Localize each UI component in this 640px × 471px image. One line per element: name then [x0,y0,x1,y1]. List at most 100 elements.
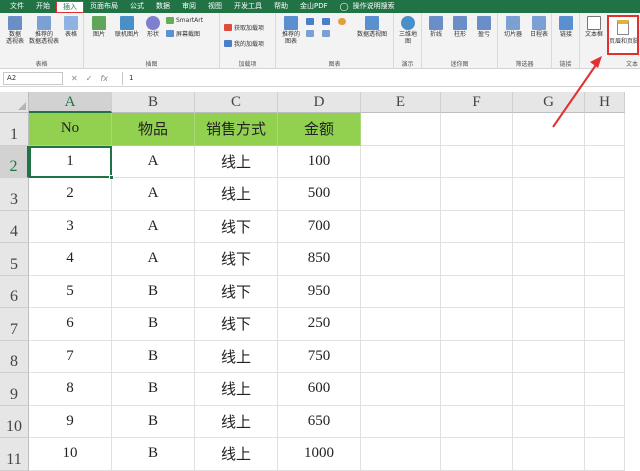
cell-c10[interactable]: 线上 [195,405,278,438]
tab-view[interactable]: 视图 [202,0,228,13]
tab-kingsoft-pdf[interactable]: 金山PDF [294,0,334,13]
cell-a4[interactable]: 3 [29,210,112,243]
cell-e9[interactable] [361,373,441,406]
cell-g11[interactable] [513,438,585,471]
table-button[interactable]: 表格 [60,13,82,38]
cell-f5[interactable] [441,243,513,276]
cell-d9[interactable]: 600 [278,373,361,406]
row-header-11[interactable]: 11 [0,438,29,471]
cell-g2[interactable] [513,145,585,178]
cell-d10[interactable]: 650 [278,405,361,438]
pictures-button[interactable]: 图片 [88,13,110,38]
name-box[interactable]: A2 [3,71,63,85]
enter-icon[interactable]: ✓ [86,74,93,83]
cell-h9[interactable] [585,373,625,406]
cell-f7[interactable] [441,308,513,341]
cell-h3[interactable] [585,178,625,211]
cell-e10[interactable] [361,405,441,438]
formula-input[interactable]: 1 [121,71,640,85]
cell-b9[interactable]: B [112,373,195,406]
tab-page-layout[interactable]: 页面布局 [84,0,124,13]
cell-c5[interactable]: 线下 [195,243,278,276]
cell-h11[interactable] [585,438,625,471]
column-header-a[interactable]: A [29,92,112,113]
screenshot-button[interactable]: 屏幕截图 [166,29,200,38]
tab-review[interactable]: 审阅 [176,0,202,13]
get-addins-button[interactable]: 获取加载项 [224,23,264,32]
column-header-e[interactable]: E [361,92,441,113]
cell-c2[interactable]: 线上 [195,145,278,178]
cell-d11[interactable]: 1000 [278,438,361,471]
cell-g9[interactable] [513,373,585,406]
cell-b10[interactable]: B [112,405,195,438]
pivot-chart-button[interactable]: 数据透视图 [352,13,392,38]
cell-g4[interactable] [513,210,585,243]
cell-h4[interactable] [585,210,625,243]
cell-e8[interactable] [361,340,441,373]
3d-map-button[interactable]: 三维地 图 [394,13,422,45]
row-header-6[interactable]: 6 [0,275,29,308]
cell-a8[interactable]: 7 [29,340,112,373]
cell-b11[interactable]: B [112,438,195,471]
tab-formulas[interactable]: 公式 [124,0,150,13]
tab-insert[interactable]: 插入 [56,0,84,13]
row-header-9[interactable]: 9 [0,373,29,406]
shapes-button[interactable]: 形状 [142,13,164,38]
cell-b2[interactable]: A [112,145,195,178]
cell-e5[interactable] [361,243,441,276]
cell-e3[interactable] [361,178,441,211]
link-button[interactable]: 链接 [552,13,580,38]
cell-a7[interactable]: 6 [29,308,112,341]
column-chart-dropdown[interactable] [306,17,316,26]
cell-d3[interactable]: 500 [278,178,361,211]
row-header-2[interactable]: 2 [0,145,29,178]
pie-chart-dropdown[interactable] [338,17,348,26]
cell-h1[interactable] [585,113,625,146]
cell-b8[interactable]: B [112,340,195,373]
row-header-8[interactable]: 8 [0,340,29,373]
cell-a10[interactable]: 9 [29,405,112,438]
recommended-pivot-button[interactable]: 推荐的 数据透视表 [28,13,60,45]
smartart-button[interactable]: SmartArt [166,16,203,25]
column-header-h[interactable]: H [585,92,625,113]
cell-e1[interactable] [361,113,441,146]
cell-e2[interactable] [361,145,441,178]
cell-d2[interactable]: 100 [278,145,361,178]
column-header-f[interactable]: F [441,92,513,113]
column-header-b[interactable]: B [112,92,195,113]
cell-f4[interactable] [441,210,513,243]
cell-e7[interactable] [361,308,441,341]
cell-d8[interactable]: 750 [278,340,361,373]
tab-file[interactable]: 文件 [4,0,30,13]
cell-f11[interactable] [441,438,513,471]
cell-h6[interactable] [585,275,625,308]
cell-e11[interactable] [361,438,441,471]
cell-c4[interactable]: 线下 [195,210,278,243]
cell-b5[interactable]: A [112,243,195,276]
function-icon[interactable]: fx [100,74,108,83]
cell-b4[interactable]: A [112,210,195,243]
column-header-d[interactable]: D [278,92,361,113]
column-header-c[interactable]: C [195,92,278,113]
cell-d5[interactable]: 850 [278,243,361,276]
tab-help[interactable]: 帮助 [268,0,294,13]
sparkline-winloss-button[interactable]: 盈亏 [472,13,496,38]
row-header-10[interactable]: 10 [0,405,29,438]
cell-a1[interactable]: No [29,113,112,146]
cell-a2[interactable]: 1 [29,145,112,178]
cell-d7[interactable]: 250 [278,308,361,341]
row-header-7[interactable]: 7 [0,308,29,341]
tab-data[interactable]: 数据 [150,0,176,13]
cell-h7[interactable] [585,308,625,341]
cell-g8[interactable] [513,340,585,373]
cell-f6[interactable] [441,275,513,308]
cell-a9[interactable]: 8 [29,373,112,406]
row-header-5[interactable]: 5 [0,243,29,276]
cell-h10[interactable] [585,405,625,438]
sparkline-column-button[interactable]: 柱形 [448,13,472,38]
header-footer-button[interactable]: 页眉和页脚 [607,15,639,55]
pivot-table-button[interactable]: 数据 透视表 [2,13,28,45]
row-header-4[interactable]: 4 [0,210,29,243]
cell-f3[interactable] [441,178,513,211]
cell-a6[interactable]: 5 [29,275,112,308]
